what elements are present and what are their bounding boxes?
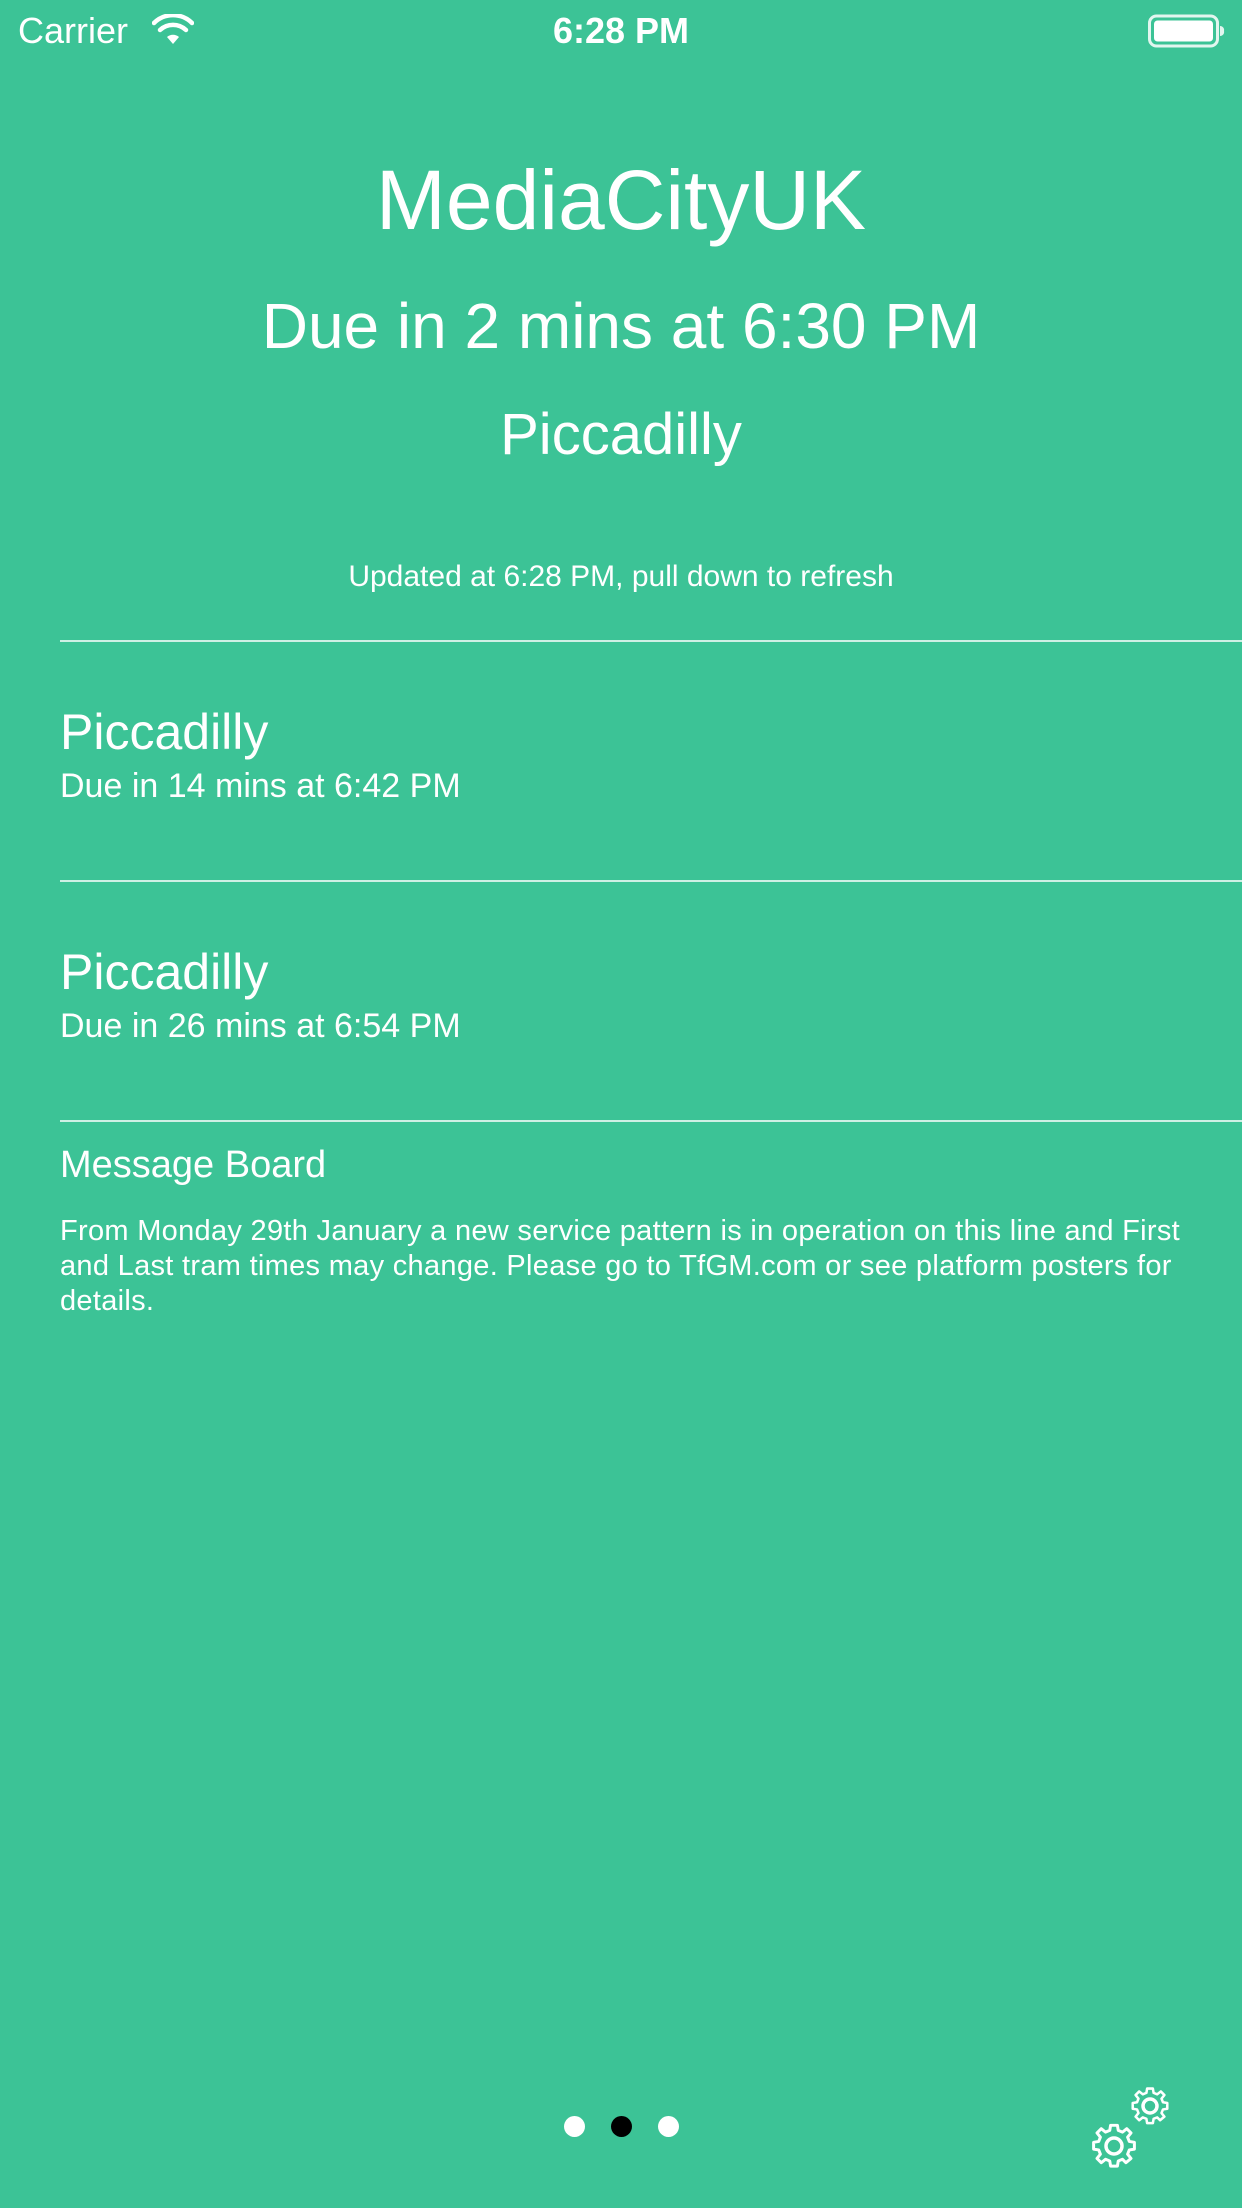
tram-due-time: Due in 14 mins at 6:42 PM [60,767,461,805]
page-dot-3[interactable] [657,2116,679,2137]
message-board-text: From Monday 29th January a new service p… [60,1215,1180,1317]
station-name: MediaCityUK [375,153,867,247]
page-dot-2[interactable] [610,2116,632,2137]
divider [60,640,1242,642]
tram-row: Piccadilly Due in 14 mins at 6:42 PM [60,702,1242,808]
status-bar: Carrier 6:28 PM [0,0,1242,62]
page-dot-1[interactable] [563,2116,585,2137]
status-time: 6:28 PM [552,10,690,51]
page-indicator[interactable] [0,2116,1242,2137]
next-tram-destination: Piccadilly [500,402,742,467]
settings-gears-icon[interactable] [1086,2078,1182,2174]
tram-destination: Piccadilly [60,944,269,1000]
divider [60,1120,1242,1122]
message-board-title: Message Board [60,1144,327,1186]
next-tram-due: Due in 2 mins at 6:30 PM [261,290,981,362]
tram-destination: Piccadilly [60,704,269,760]
tram-due-time: Due in 26 mins at 6:54 PM [60,1007,461,1045]
updated-status: Updated at 6:28 PM, pull down to refresh [348,560,894,593]
battery-icon [1148,14,1225,48]
tram-row: Piccadilly Due in 26 mins at 6:54 PM [60,942,1242,1048]
divider [60,880,1242,882]
